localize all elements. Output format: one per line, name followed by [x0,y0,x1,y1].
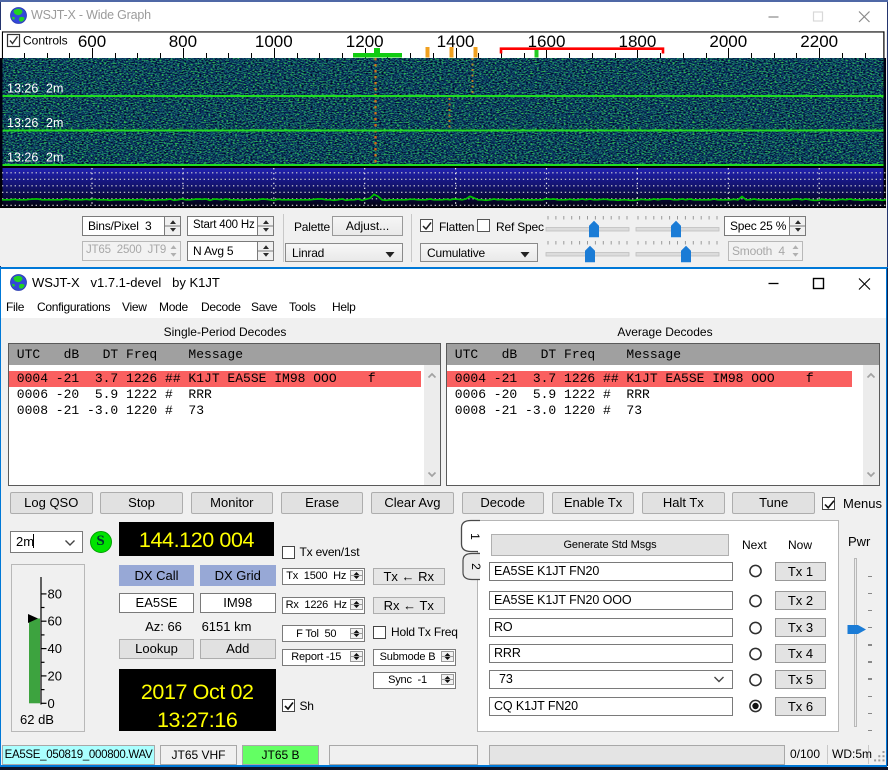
svg-text:60: 60 [48,614,62,629]
svg-text:600: 600 [78,32,106,51]
svg-text:2: 2 [469,563,482,570]
svg-text:40: 40 [48,641,62,656]
svg-text:62 dB: 62 dB [20,712,54,727]
svg-text:0: 0 [48,696,55,711]
svg-text:13:26: 13:26 [7,151,38,165]
svg-text:20: 20 [48,668,62,683]
svg-text:1400: 1400 [437,32,475,51]
svg-text:2m: 2m [46,151,63,165]
svg-text:13:26: 13:26 [7,116,38,130]
svg-text:80: 80 [48,586,62,601]
svg-text:2m: 2m [46,116,63,130]
svg-text:2200: 2200 [800,32,838,51]
svg-text:2m: 2m [46,82,63,96]
svg-text:1: 1 [468,533,482,540]
svg-text:800: 800 [169,32,197,51]
svg-text:2000: 2000 [709,32,747,51]
svg-text:13:26: 13:26 [7,82,38,96]
svg-text:Controls: Controls [23,34,68,48]
svg-text:1000: 1000 [255,32,293,51]
